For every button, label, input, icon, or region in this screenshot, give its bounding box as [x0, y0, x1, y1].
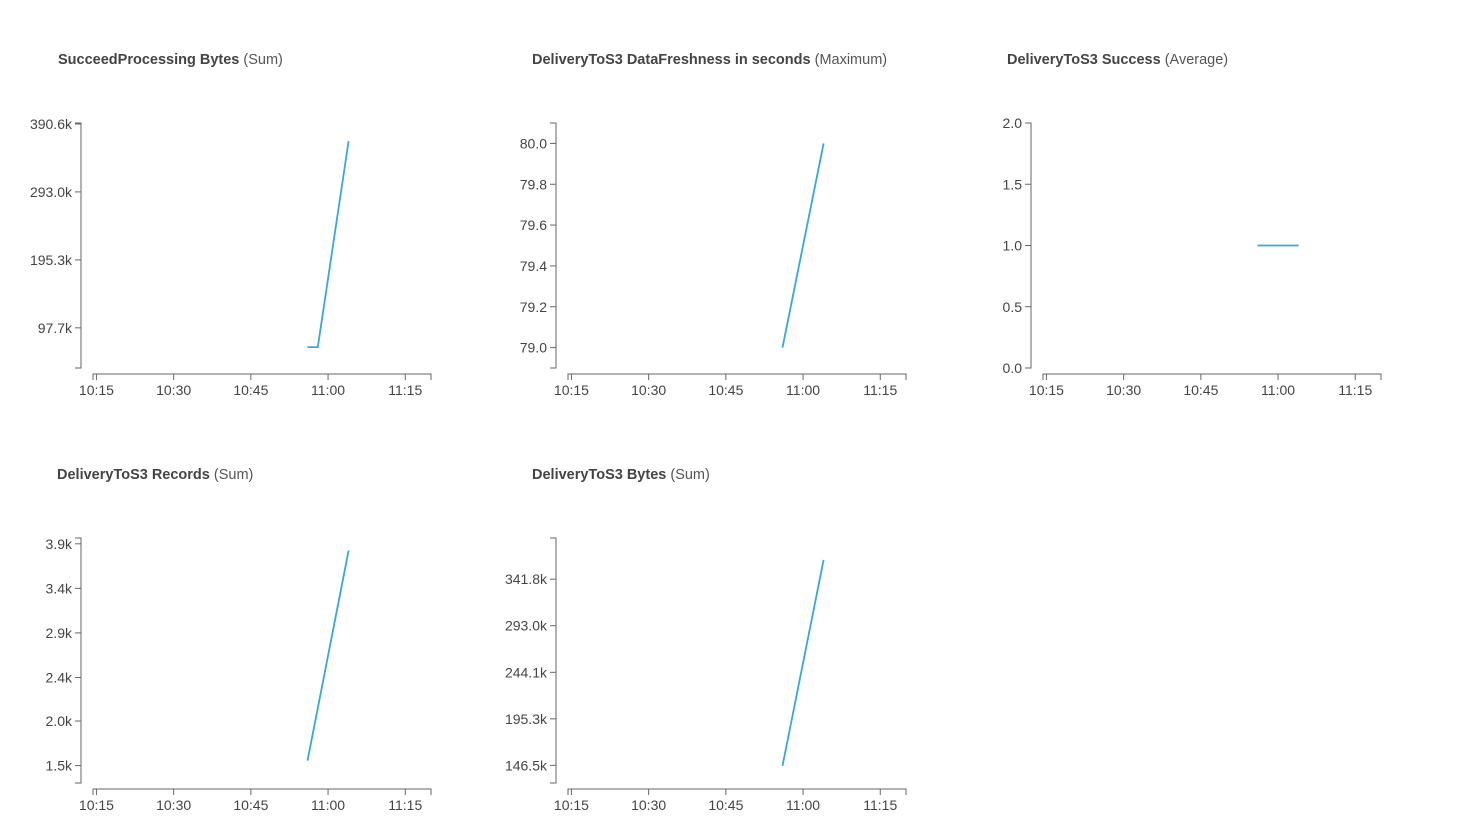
chart-svg: 146.5k 195.3k 244.1k 293.0k 341.8k 10:15 10:30…	[505, 537, 907, 813]
x-tick-label: 10:15	[1029, 382, 1064, 398]
x-tick-label: 11:00	[1261, 382, 1295, 398]
y-axis-line	[75, 537, 82, 784]
chart-panel-deliverytos3-datafreshness: DeliveryToS3 DataFreshness in seconds (M…	[475, 0, 907, 398]
x-tick-label: 10:15	[554, 797, 589, 813]
x-tick-label: 10:30	[156, 382, 191, 398]
y-tick-label: 3.9k	[46, 536, 73, 552]
y-tick-label: 79.0	[520, 340, 547, 356]
x-tick-label: 10:45	[708, 382, 743, 398]
y-tick-label: 341.8k	[505, 571, 548, 587]
y-tick-label: 195.3k	[30, 252, 73, 268]
y-tick-label: 1.5	[1003, 176, 1023, 192]
chart-panel-deliverytos3-records: DeliveryToS3 Records (Sum) 1.5k 2.0k 2.4k 2…	[0, 415, 432, 813]
series-line	[781, 143, 825, 348]
x-tick-label: 10:45	[1183, 382, 1218, 398]
chart-panel-deliverytos3-bytes: DeliveryToS3 Bytes (Sum) 146.5k 195.3k 244…	[475, 415, 907, 813]
x-tick-label: 10:45	[233, 797, 268, 813]
x-axis-line	[92, 373, 432, 380]
x-tick-label: 10:45	[233, 382, 268, 398]
chart-svg: 1.5k 2.0k 2.4k 2.9k 3.4k 3.9k 10:15 10:30 10:45 1…	[46, 536, 432, 813]
y-tick-label: 293.0k	[505, 618, 548, 634]
y-axis-line	[550, 537, 557, 784]
chart-panel-succeed-processing-bytes: SucceedProcessing Bytes (Sum) 97.7k 195.3…	[0, 0, 432, 398]
x-tick-label: 10:30	[631, 797, 666, 813]
x-axis-line	[1042, 373, 1382, 380]
y-tick-label: 79.6	[520, 217, 547, 233]
y-tick-label: 79.8	[520, 176, 547, 192]
x-tick-label: 10:15	[79, 797, 114, 813]
y-tick-label: 1.5k	[46, 758, 73, 774]
x-axis-line	[567, 373, 907, 380]
x-tick-label: 11:15	[863, 382, 897, 398]
chart-svg: 97.7k 195.3k 293.0k 390.6k 10:15 10:30 10:45 11…	[30, 116, 432, 398]
x-tick-label: 11:15	[388, 797, 422, 813]
y-axis-line	[550, 122, 557, 369]
y-tick-label: 1.0	[1003, 238, 1023, 254]
y-tick-label: 97.7k	[38, 320, 73, 336]
y-tick-label: 0.5	[1003, 299, 1023, 315]
y-tick-label: 244.1k	[505, 664, 548, 680]
x-tick-label: 10:15	[79, 382, 114, 398]
x-tick-label: 10:45	[708, 797, 743, 813]
x-tick-label: 11:00	[311, 797, 345, 813]
chart-svg: 79.0 79.2 79.4 79.6 79.8 80.0 10:15 10:30 10:45 1…	[520, 122, 907, 398]
y-tick-label: 79.4	[520, 258, 547, 274]
x-tick-label: 11:15	[1338, 382, 1372, 398]
x-axis-line	[567, 788, 907, 795]
x-tick-label: 10:30	[156, 797, 191, 813]
chart-panel-deliverytos3-success: DeliveryToS3 Success (Average) 0.0 0.5 1.0…	[950, 0, 1382, 398]
x-tick-label: 11:00	[311, 382, 345, 398]
series-line	[307, 140, 350, 348]
x-tick-label: 11:15	[388, 382, 422, 398]
y-tick-label: 390.6k	[30, 116, 73, 132]
y-tick-label: 2.4k	[46, 669, 73, 685]
y-tick-label: 195.3k	[505, 711, 548, 727]
y-tick-label: 146.5k	[505, 757, 548, 773]
y-tick-label: 3.4k	[46, 580, 73, 596]
y-tick-label: 2.0k	[46, 713, 73, 729]
y-tick-label: 2.9k	[46, 625, 73, 641]
x-tick-label: 11:15	[863, 797, 897, 813]
chart-svg: 0.0 0.5 1.0 1.5 2.0 10:15 10:30 10:45 11:00 11:15	[1003, 115, 1382, 398]
y-tick-label: 293.0k	[30, 184, 73, 200]
y-tick-label: 0.0	[1003, 360, 1023, 376]
y-axis-line	[75, 122, 82, 369]
x-tick-label: 10:30	[631, 382, 666, 398]
y-tick-label: 2.0	[1003, 115, 1023, 131]
x-tick-label: 11:00	[786, 797, 820, 813]
series-line	[306, 550, 350, 761]
x-axis-line	[92, 788, 432, 795]
x-tick-label: 10:30	[1106, 382, 1141, 398]
x-tick-label: 10:15	[554, 382, 589, 398]
x-tick-label: 11:00	[786, 382, 820, 398]
series-line	[781, 559, 825, 766]
y-tick-label: 79.2	[520, 299, 547, 315]
y-tick-label: 80.0	[520, 135, 547, 151]
